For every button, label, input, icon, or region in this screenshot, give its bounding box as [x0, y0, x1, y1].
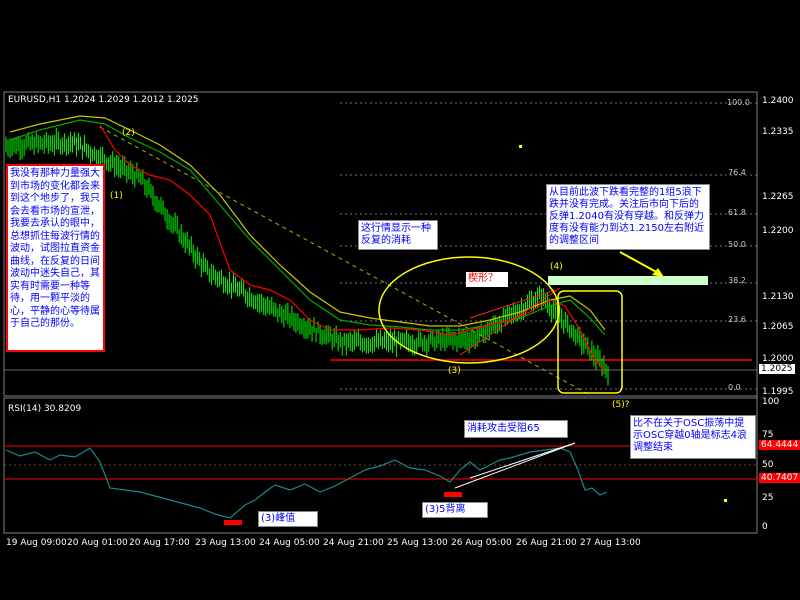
fib-label: 76.4: [728, 168, 746, 177]
time-tick: 26 Aug 05:00: [451, 538, 512, 548]
wedge-label-text: 楔形？: [468, 273, 498, 284]
wave-label-1: (1): [110, 191, 123, 201]
wave4-note: 从目前此波下跌看完整的1组5浪下跌并没有完成。关注后市向下后的反弹1.2040有…: [546, 184, 710, 250]
rsi-tick: 100: [762, 397, 780, 407]
rsi-tick: 0: [762, 522, 768, 532]
wave5-box: [557, 290, 623, 394]
left-note-box: 我没有那种力量强大到市场的变化都会来到这个地步了，我只会去看市场的宣泄，我要去承…: [6, 164, 105, 352]
price-tick: 1.2400: [762, 96, 794, 106]
osc-note: 比不在关于OSC振荡中提示OSC穿越0轴是标志4浪调整结束: [630, 415, 756, 459]
wave-label-2: (2): [122, 128, 135, 138]
time-tick: 27 Aug 13:00: [580, 538, 641, 548]
rsi-tick: 25: [762, 493, 774, 503]
consumption-note-text: 这行情显示一种反复的消耗: [361, 223, 431, 246]
time-tick: 24 Aug 21:00: [323, 538, 384, 548]
price-tick: 1.2065: [762, 322, 794, 332]
left-note-text: 我没有那种力量强大到市场的变化都会来到这个地步了，我只会去看市场的宣泄，我要去承…: [10, 168, 100, 329]
time-tick: 23 Aug 13:00: [195, 538, 256, 548]
time-tick: 26 Aug 21:00: [516, 538, 577, 548]
wedge-label: 楔形？: [466, 272, 508, 287]
adjustment-zone: [548, 276, 708, 285]
rsi-label: RSI(14) 30.8209: [8, 404, 82, 414]
rsi-peak-label: (3)峰值: [258, 511, 318, 527]
price-tick: 1.1995: [762, 387, 794, 397]
time-tick: 20 Aug 01:00: [67, 538, 128, 548]
price-tick: 1.2000: [762, 354, 794, 364]
symbol-info: EURUSD,H1 1.2024 1.2029 1.2012 1.2025: [8, 95, 199, 105]
rsi-tick: 50: [762, 460, 774, 470]
rsi-consumption-note: 消耗攻击受阻65: [464, 420, 568, 438]
osc-note-text: 比不在关于OSC振荡中提示OSC穿越0轴是标志4浪调整结束: [633, 418, 747, 453]
rsi-divergence-text: (3)5背离: [425, 504, 466, 515]
fib-label: 38.2: [728, 276, 746, 285]
consumption-note: 这行情显示一种反复的消耗: [358, 220, 438, 250]
wave-label-3: (3): [448, 366, 461, 376]
price-tick: 1.2335: [762, 127, 794, 137]
time-tick: 24 Aug 05:00: [259, 538, 320, 548]
rsi-level-high-badge: 64.4444: [759, 440, 800, 450]
wave4-note-text: 从目前此波下跌看完整的1组5浪下跌并没有完成。关注后市向下后的反弹1.2040有…: [549, 187, 704, 246]
time-tick: 20 Aug 17:00: [129, 538, 190, 548]
time-tick: 19 Aug 09:00: [6, 538, 67, 548]
rsi-tick: 75: [762, 430, 774, 440]
rsi-level-low-badge: 40.7407: [759, 473, 800, 483]
wave-label-4: (4): [550, 262, 563, 272]
price-chart[interactable]: [0, 0, 800, 600]
rsi-divergence-label: (3)5背离: [422, 502, 488, 518]
rsi-line: [5, 447, 608, 519]
price-tick: 1.2200: [762, 226, 794, 236]
fib-label: 50.0: [728, 240, 746, 249]
price-tick: 1.2265: [762, 192, 794, 202]
wave-label-5: (5)?: [612, 400, 630, 410]
current-price-badge: 1.2025: [759, 364, 795, 374]
fib-label: 0.0: [728, 383, 741, 392]
rsi-peak-marker: [224, 520, 242, 525]
price-tick: 1.2130: [762, 292, 794, 302]
rsi-divergence-marker: [444, 492, 462, 497]
fib-label: 23.6: [728, 315, 746, 324]
time-tick: 25 Aug 13:00: [387, 538, 448, 548]
rsi-peak-text: (3)峰值: [261, 513, 296, 524]
rsi-consumption-text: 消耗攻击受阻65: [467, 423, 540, 434]
fib-label: 100.0: [727, 98, 750, 107]
fib-label: 61.8: [728, 208, 746, 217]
